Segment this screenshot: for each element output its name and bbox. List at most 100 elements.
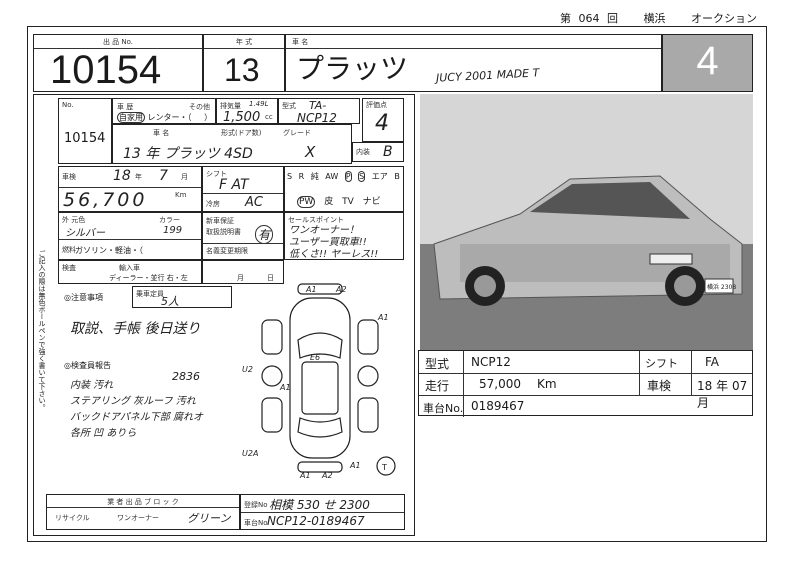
summary-shaken-month-unit: 月: [697, 396, 710, 410]
summary-mileage-unit: Km: [537, 377, 557, 391]
damage-mark: A1: [299, 471, 311, 480]
inspection-lines: 内装 汚れ ステアリング 灰ルーフ 汚れ バックドアパネル下部 腐れオ 各所 凹…: [70, 378, 203, 442]
auction-number: 064: [578, 12, 600, 25]
right-rear-door: [357, 397, 379, 433]
option-item: ナビ: [362, 197, 381, 207]
seats-value: 5人: [161, 295, 179, 308]
shift-box: シフト F AT 冷房 AC: [202, 166, 284, 212]
summary-shaken-month: 07: [731, 379, 748, 393]
notes-text: 取説、手帳 後日送り: [70, 321, 201, 337]
mileage-value: 56,700: [63, 189, 148, 211]
grade-score-box: 4: [662, 34, 753, 92]
seats-box: 乗車定員 5人: [132, 286, 232, 308]
inspection-line: ステアリング 灰ルーフ 汚れ: [70, 396, 196, 407]
warranty-box: 新車保証 取扱説明書 有 名義変更期限: [202, 212, 284, 260]
damage-mark: A2: [335, 285, 347, 294]
block-label: 業 者 出 品 ブ ロ ッ ク: [107, 498, 179, 506]
shaken-month-unit: 月: [181, 173, 188, 181]
option-item: 純: [310, 172, 319, 181]
shaken-year-unit: 年: [135, 173, 142, 181]
summary-table: 型式 NCP12 シフト FA 走行 57,000 Km 車検 18 年 07 月…: [418, 350, 753, 417]
roof: [301, 361, 339, 415]
inspection-label: ◎検査員報告: [64, 361, 111, 370]
grade-label: グレード: [283, 129, 311, 137]
interior-value: B: [383, 144, 393, 160]
score-label: 評価点: [366, 101, 387, 109]
no-box: No. 10154: [58, 98, 112, 164]
import-box: 検査 輸入車 ディーラー・並行 右・左: [58, 260, 202, 284]
import-label: 輸入車: [119, 264, 140, 272]
interior-label: 内装: [356, 148, 370, 156]
model-type-box: 型式 TA- NCP12: [278, 98, 360, 125]
private-use-label: 自家用: [117, 112, 145, 123]
score-box: 評価点 4: [362, 98, 404, 142]
auction-prefix: 第: [560, 12, 571, 25]
car-body-outline: [289, 297, 351, 459]
summary-chassis-label: 車台No.: [423, 402, 464, 415]
registration-box: 車 歴 その他 自家用 レンター・（ ）: [112, 98, 216, 124]
damage-mark: A1: [349, 461, 361, 470]
grade-score: 4: [696, 39, 719, 83]
model-box: 車 名 プラッツ JUCY 2001 MADE T: [285, 34, 662, 92]
ac-value: AC: [245, 195, 263, 210]
options-bottom: PW 皮 TV ナビ: [297, 194, 381, 208]
year-model: 13 年 プラッツ 4SD: [123, 146, 253, 162]
block-box: 業 者 出 品 ブ ロ ッ ク リサイクル ワンオーナー グリーン: [46, 494, 240, 530]
color-label: カラー: [159, 216, 180, 224]
license-plate: 横浜 2308: [707, 283, 736, 291]
sales-point: ワンオーナー！: [289, 225, 359, 236]
damage-mark: A1: [279, 383, 291, 392]
damage-mark: A2: [321, 471, 333, 480]
auction-header: 第 064 回 横浜 オークション: [560, 10, 757, 26]
notes-label: ◎注意事項: [64, 293, 103, 302]
seats-label: 乗車定員: [136, 290, 164, 298]
reg-no-label: 登録No: [244, 501, 268, 509]
left-wheel: [261, 365, 283, 387]
shaken-month: 7: [159, 168, 168, 184]
option-item: PW: [297, 196, 316, 208]
recycle-label: 名義変更期限: [206, 247, 248, 255]
option-item: エア: [371, 172, 388, 181]
summary-shaken-year: 18: [697, 379, 713, 393]
carname-box: 車 名 形式(ドア数) グレード 13 年 プラッツ 4SD X: [112, 124, 352, 164]
summary-shaken-year-unit: 年: [716, 379, 729, 393]
shift-value: F AT: [219, 177, 249, 193]
damage-mark: A1: [377, 313, 389, 322]
grade-value: X: [305, 143, 316, 161]
rear-window: [297, 417, 343, 438]
sales-point: 低くさ!! ヤーレス!!: [289, 249, 379, 260]
auction-location: 横浜: [643, 12, 666, 25]
left-rear-door: [261, 397, 283, 433]
damage-diagram: A1 A2 A1 A1 A1 A2 A1 E6 U2 U2A T: [242, 283, 396, 480]
summary-shift-value: FA: [705, 355, 720, 369]
summary-mileage-label: 走行: [425, 379, 450, 393]
options-box: S R 純 AW P S エア B PW 皮 TV ナビ: [284, 166, 404, 212]
rental-label: レンター・（: [147, 113, 192, 122]
auction-suffix: 回: [607, 12, 618, 25]
import-value: ディーラー・並行 右・左: [109, 274, 188, 282]
right-wheel: [357, 365, 379, 387]
option-item: AW: [325, 172, 339, 181]
option-item: B: [394, 172, 400, 181]
displacement-alt: 1.49L: [249, 100, 269, 108]
manual-label: 取扱説明書: [206, 228, 241, 236]
car-photo: 横浜 2308: [420, 94, 753, 350]
summary-type-value: NCP12: [471, 355, 511, 369]
right-front-door: [357, 319, 379, 355]
color-value: シルバー: [65, 228, 105, 239]
sales-box: セールスポイント ワンオーナー！ ユーザー買取車!! 低くさ!! ヤーレス!!: [284, 212, 404, 260]
summary-type-label: 型式: [425, 357, 450, 371]
inspection-line: 各所 凹 ありら: [70, 428, 137, 439]
damage-mark: E6: [310, 353, 320, 362]
type-label: 型式: [282, 102, 296, 110]
mileage-unit: Km: [175, 191, 187, 199]
one-owner-text: ワンオーナー: [117, 514, 159, 522]
model-name: プラッツ: [296, 52, 409, 85]
registration-number-box: 登録No 相模 530 せ 2300 車台No NCP12-0189467: [240, 494, 405, 530]
chassis-label: 車台No: [244, 519, 268, 527]
no-label: No.: [62, 101, 74, 109]
fuel-label: 燃料: [62, 246, 76, 254]
sales-label: セールスポイント: [288, 216, 344, 224]
color-box: 外 元色 カラー シルバー 199 燃料 ガソリン・軽油・（: [58, 212, 202, 260]
damage-mark: U2A: [242, 449, 258, 458]
